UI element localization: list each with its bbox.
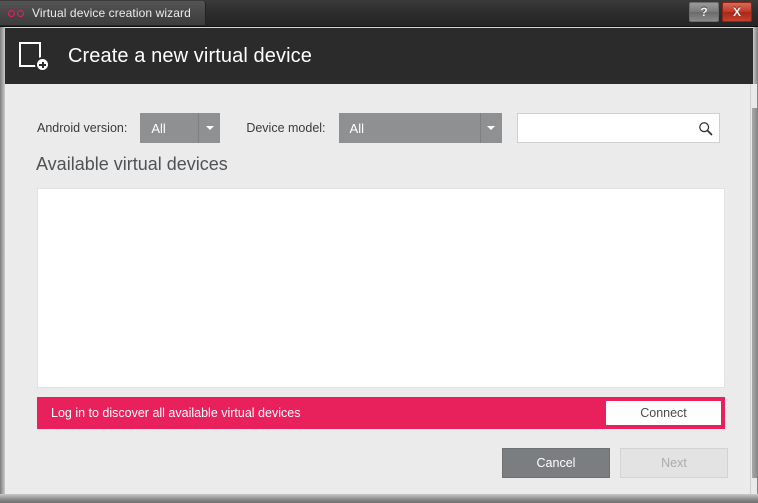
device-model-select[interactable]: All xyxy=(338,113,502,143)
chevron-down-icon xyxy=(479,113,502,143)
filter-row: Android version: All Device model: All xyxy=(37,113,727,143)
title-bar: Virtual device creation wizard ? X xyxy=(0,0,758,27)
window-title: Virtual device creation wizard xyxy=(32,6,191,20)
title-bar-tab: Virtual device creation wizard xyxy=(0,1,206,25)
device-model-label: Device model: xyxy=(246,121,326,135)
vertical-scrollbar[interactable] xyxy=(750,84,757,494)
available-devices-list[interactable] xyxy=(37,188,725,388)
login-banner: Log in to discover all available virtual… xyxy=(37,397,725,429)
android-version-select[interactable]: All xyxy=(140,113,221,143)
chevron-down-icon xyxy=(198,113,220,143)
window-frame-bottom xyxy=(0,494,758,503)
next-button: Next xyxy=(620,448,728,478)
device-model-value: All xyxy=(349,120,364,136)
android-version-label: Android version: xyxy=(37,121,128,135)
page-title: Create a new virtual device xyxy=(68,44,312,67)
scrollbar-thumb[interactable] xyxy=(752,108,757,478)
dialog-header: Create a new virtual device xyxy=(5,28,753,84)
help-icon[interactable]: ? xyxy=(689,2,719,22)
section-title: Available virtual devices xyxy=(36,154,228,174)
banner-message: Log in to discover all available virtual… xyxy=(51,406,301,420)
search-input[interactable] xyxy=(517,115,693,141)
genymotion-logo-icon xyxy=(8,9,24,17)
dialog-body: Android version: All Device model: All A… xyxy=(5,84,753,494)
search-box[interactable] xyxy=(516,113,720,143)
new-device-icon xyxy=(18,39,52,73)
cancel-button[interactable]: Cancel xyxy=(502,448,610,478)
virtual-device-wizard-window: Virtual device creation wizard ? X Creat… xyxy=(0,0,758,503)
search-icon[interactable] xyxy=(693,114,719,142)
window-controls: ? X xyxy=(689,2,752,22)
footer-buttons: Cancel Next xyxy=(502,448,728,478)
close-icon[interactable]: X xyxy=(722,2,752,22)
android-version-value: All xyxy=(151,120,166,136)
connect-button[interactable]: Connect xyxy=(605,400,722,426)
